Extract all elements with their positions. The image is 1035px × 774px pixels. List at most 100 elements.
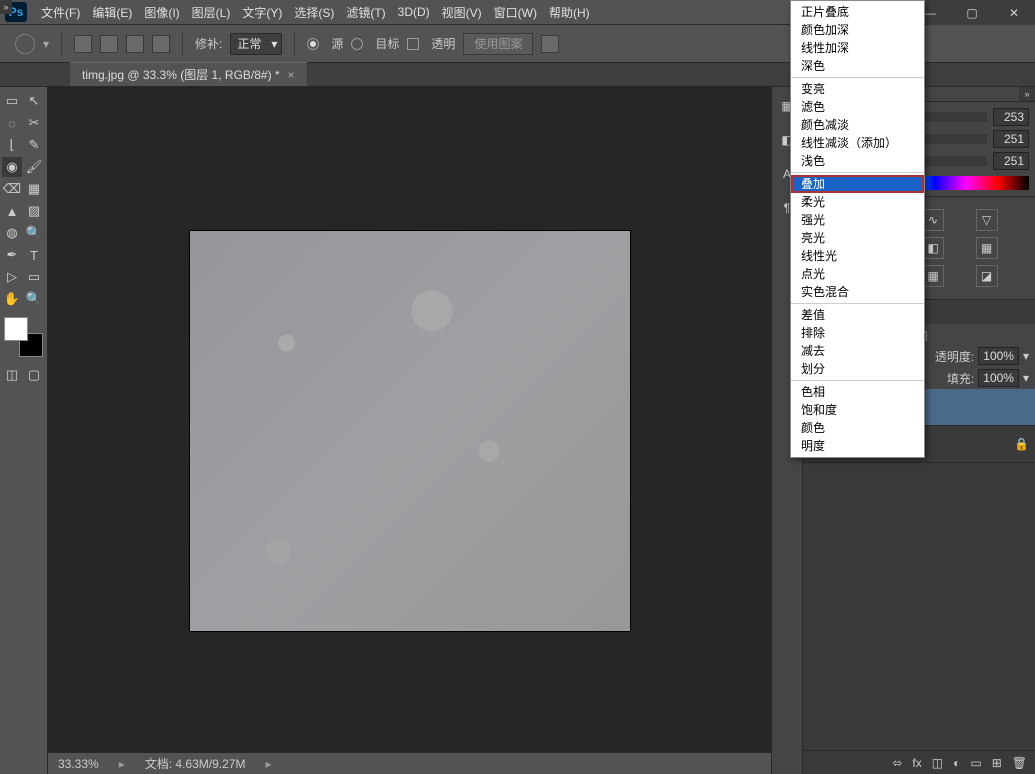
blend-mode-item[interactable]: 实色混合 xyxy=(791,283,924,301)
doc-size-value: 4.63M/9.27M xyxy=(175,757,245,771)
tool-15[interactable]: T xyxy=(24,245,44,265)
menu-选择[interactable]: 选择(S) xyxy=(288,0,340,25)
new-group-icon[interactable]: ▭ xyxy=(970,756,981,770)
screenmode-icon[interactable]: ▢ xyxy=(24,365,44,385)
close-button[interactable]: ✕ xyxy=(993,0,1035,25)
fill-value[interactable]: 100% xyxy=(978,369,1019,387)
g-value[interactable]: 251 xyxy=(993,130,1029,148)
adj-color-lookup-icon[interactable]: ▦ xyxy=(922,265,944,287)
transparent-checkbox[interactable] xyxy=(407,38,419,50)
tool-5[interactable]: ✎ xyxy=(24,135,44,155)
selection-new-icon[interactable] xyxy=(74,35,92,53)
blend-mode-item[interactable]: 颜色加深 xyxy=(791,21,924,39)
tool-preset-icon[interactable] xyxy=(15,34,35,54)
blend-mode-item[interactable]: 浅色 xyxy=(791,152,924,170)
tool-17[interactable]: ▭ xyxy=(24,267,44,287)
tool-13[interactable]: 🔍 xyxy=(24,223,44,243)
blend-mode-item[interactable]: 饱和度 xyxy=(791,401,924,419)
fg-color[interactable] xyxy=(4,317,28,341)
blend-mode-item[interactable]: 深色 xyxy=(791,57,924,75)
menu-文字[interactable]: 文字(Y) xyxy=(236,0,288,25)
blend-mode-item[interactable]: 减去 xyxy=(791,342,924,360)
blend-mode-item[interactable]: 滤色 xyxy=(791,98,924,116)
menu-视图[interactable]: 视图(V) xyxy=(436,0,488,25)
blend-mode-item[interactable]: 排除 xyxy=(791,324,924,342)
tool-2[interactable]: ◌ xyxy=(2,113,22,133)
tool-9[interactable]: ▦ xyxy=(24,179,44,199)
dest-radio[interactable] xyxy=(351,38,363,50)
color-swatches[interactable] xyxy=(4,317,43,357)
patch-mode-select[interactable]: 正常 xyxy=(230,33,282,55)
tool-4[interactable]: ⌊ xyxy=(2,135,22,155)
blend-mode-item[interactable]: 变亮 xyxy=(791,80,924,98)
r-value[interactable]: 253 xyxy=(993,108,1029,126)
tool-11[interactable]: ▨ xyxy=(24,201,44,221)
tool-1[interactable]: ↖ xyxy=(24,91,44,111)
blend-mode-item[interactable]: 差值 xyxy=(791,306,924,324)
close-tab-icon[interactable]: × xyxy=(288,68,295,82)
blend-mode-item[interactable]: 色相 xyxy=(791,383,924,401)
menu-文件[interactable]: 文件(F) xyxy=(35,0,86,25)
document-tab[interactable]: timg.jpg @ 33.3% (图层 1, RGB/8#) * × xyxy=(70,62,307,86)
adj-more-icon[interactable]: ▦ xyxy=(976,237,998,259)
collapse-panels-icon[interactable]: » xyxy=(1019,87,1035,101)
b-value[interactable]: 251 xyxy=(993,152,1029,170)
blend-mode-item[interactable]: 强光 xyxy=(791,211,924,229)
tool-12[interactable]: ◍ xyxy=(2,223,22,243)
status-bar: 33.33% ▸ 文档: 4.63M/9.27M ▸ xyxy=(48,752,771,774)
adj-curves-icon[interactable]: ∿ xyxy=(922,209,944,231)
adj-exposure-icon[interactable]: ▽ xyxy=(976,209,998,231)
menu-滤镜[interactable]: 滤镜(T) xyxy=(340,0,391,25)
menu-图像[interactable]: 图像(I) xyxy=(138,0,185,25)
adj-invert-icon[interactable]: ◪ xyxy=(976,265,998,287)
blend-mode-menu[interactable]: 正片叠底颜色加深线性加深深色变亮滤色颜色减淡线性减淡（添加）浅色叠加柔光强光亮光… xyxy=(790,0,925,458)
menu-编辑[interactable]: 编辑(E) xyxy=(86,0,138,25)
blend-mode-item[interactable]: 明度 xyxy=(791,437,924,455)
new-fill-icon[interactable]: ◐ xyxy=(953,756,960,770)
menu-3D[interactable]: 3D(D) xyxy=(392,0,436,25)
selection-intersect-icon[interactable] xyxy=(152,35,170,53)
tool-10[interactable]: ▲ xyxy=(2,201,22,221)
blend-mode-item[interactable]: 线性减淡（添加） xyxy=(791,134,924,152)
collapse-tools-icon[interactable]: » xyxy=(0,0,12,14)
blend-mode-item[interactable]: 线性光 xyxy=(791,247,924,265)
tool-6[interactable]: ◉ xyxy=(2,157,22,177)
tool-0[interactable]: ▭ xyxy=(2,91,22,111)
selection-add-icon[interactable] xyxy=(100,35,118,53)
blend-mode-item[interactable]: 颜色减淡 xyxy=(791,116,924,134)
maximize-button[interactable]: ▢ xyxy=(951,0,993,25)
blend-mode-item[interactable]: 点光 xyxy=(791,265,924,283)
layer-mask-icon[interactable]: ◫ xyxy=(932,756,943,770)
menu-帮助[interactable]: 帮助(H) xyxy=(543,0,596,25)
blend-mode-item[interactable]: 叠加 xyxy=(791,175,924,193)
blend-mode-item[interactable]: 线性加深 xyxy=(791,39,924,57)
selection-subtract-icon[interactable] xyxy=(126,35,144,53)
tool-7[interactable]: 🖌 xyxy=(24,157,44,177)
lock-icon: 🔒 xyxy=(1014,437,1029,451)
blend-mode-item[interactable]: 亮光 xyxy=(791,229,924,247)
tool-14[interactable]: ✒ xyxy=(2,245,22,265)
tool-8[interactable]: ⌫ xyxy=(2,179,22,199)
tool-18[interactable]: ✋ xyxy=(2,289,22,309)
blend-mode-item[interactable]: 划分 xyxy=(791,360,924,378)
blend-mode-item[interactable]: 颜色 xyxy=(791,419,924,437)
link-layers-icon[interactable]: ⬄ xyxy=(892,756,902,770)
use-pattern-button[interactable]: 使用图案 xyxy=(463,33,533,55)
pattern-picker-icon[interactable] xyxy=(541,35,559,53)
zoom-level[interactable]: 33.33% xyxy=(58,757,99,771)
blend-mode-item[interactable]: 柔光 xyxy=(791,193,924,211)
layer-fx-icon[interactable]: fx xyxy=(912,756,921,770)
blend-mode-item[interactable]: 正片叠底 xyxy=(791,3,924,21)
tool-19[interactable]: 🔍 xyxy=(24,289,44,309)
adj-bw-icon[interactable]: ◧ xyxy=(922,237,944,259)
tool-16[interactable]: ▷ xyxy=(2,267,22,287)
tool-3[interactable]: ✂ xyxy=(24,113,44,133)
delete-layer-icon[interactable]: 🗑 xyxy=(1012,756,1027,770)
opacity-value[interactable]: 100% xyxy=(978,347,1019,365)
document-canvas[interactable] xyxy=(190,231,630,631)
menu-图层[interactable]: 图层(L) xyxy=(186,0,237,25)
quickmask-icon[interactable]: ◫ xyxy=(2,365,22,385)
menu-窗口[interactable]: 窗口(W) xyxy=(488,0,543,25)
new-layer-icon[interactable]: ⊞ xyxy=(992,756,1002,770)
source-radio[interactable] xyxy=(307,38,319,50)
